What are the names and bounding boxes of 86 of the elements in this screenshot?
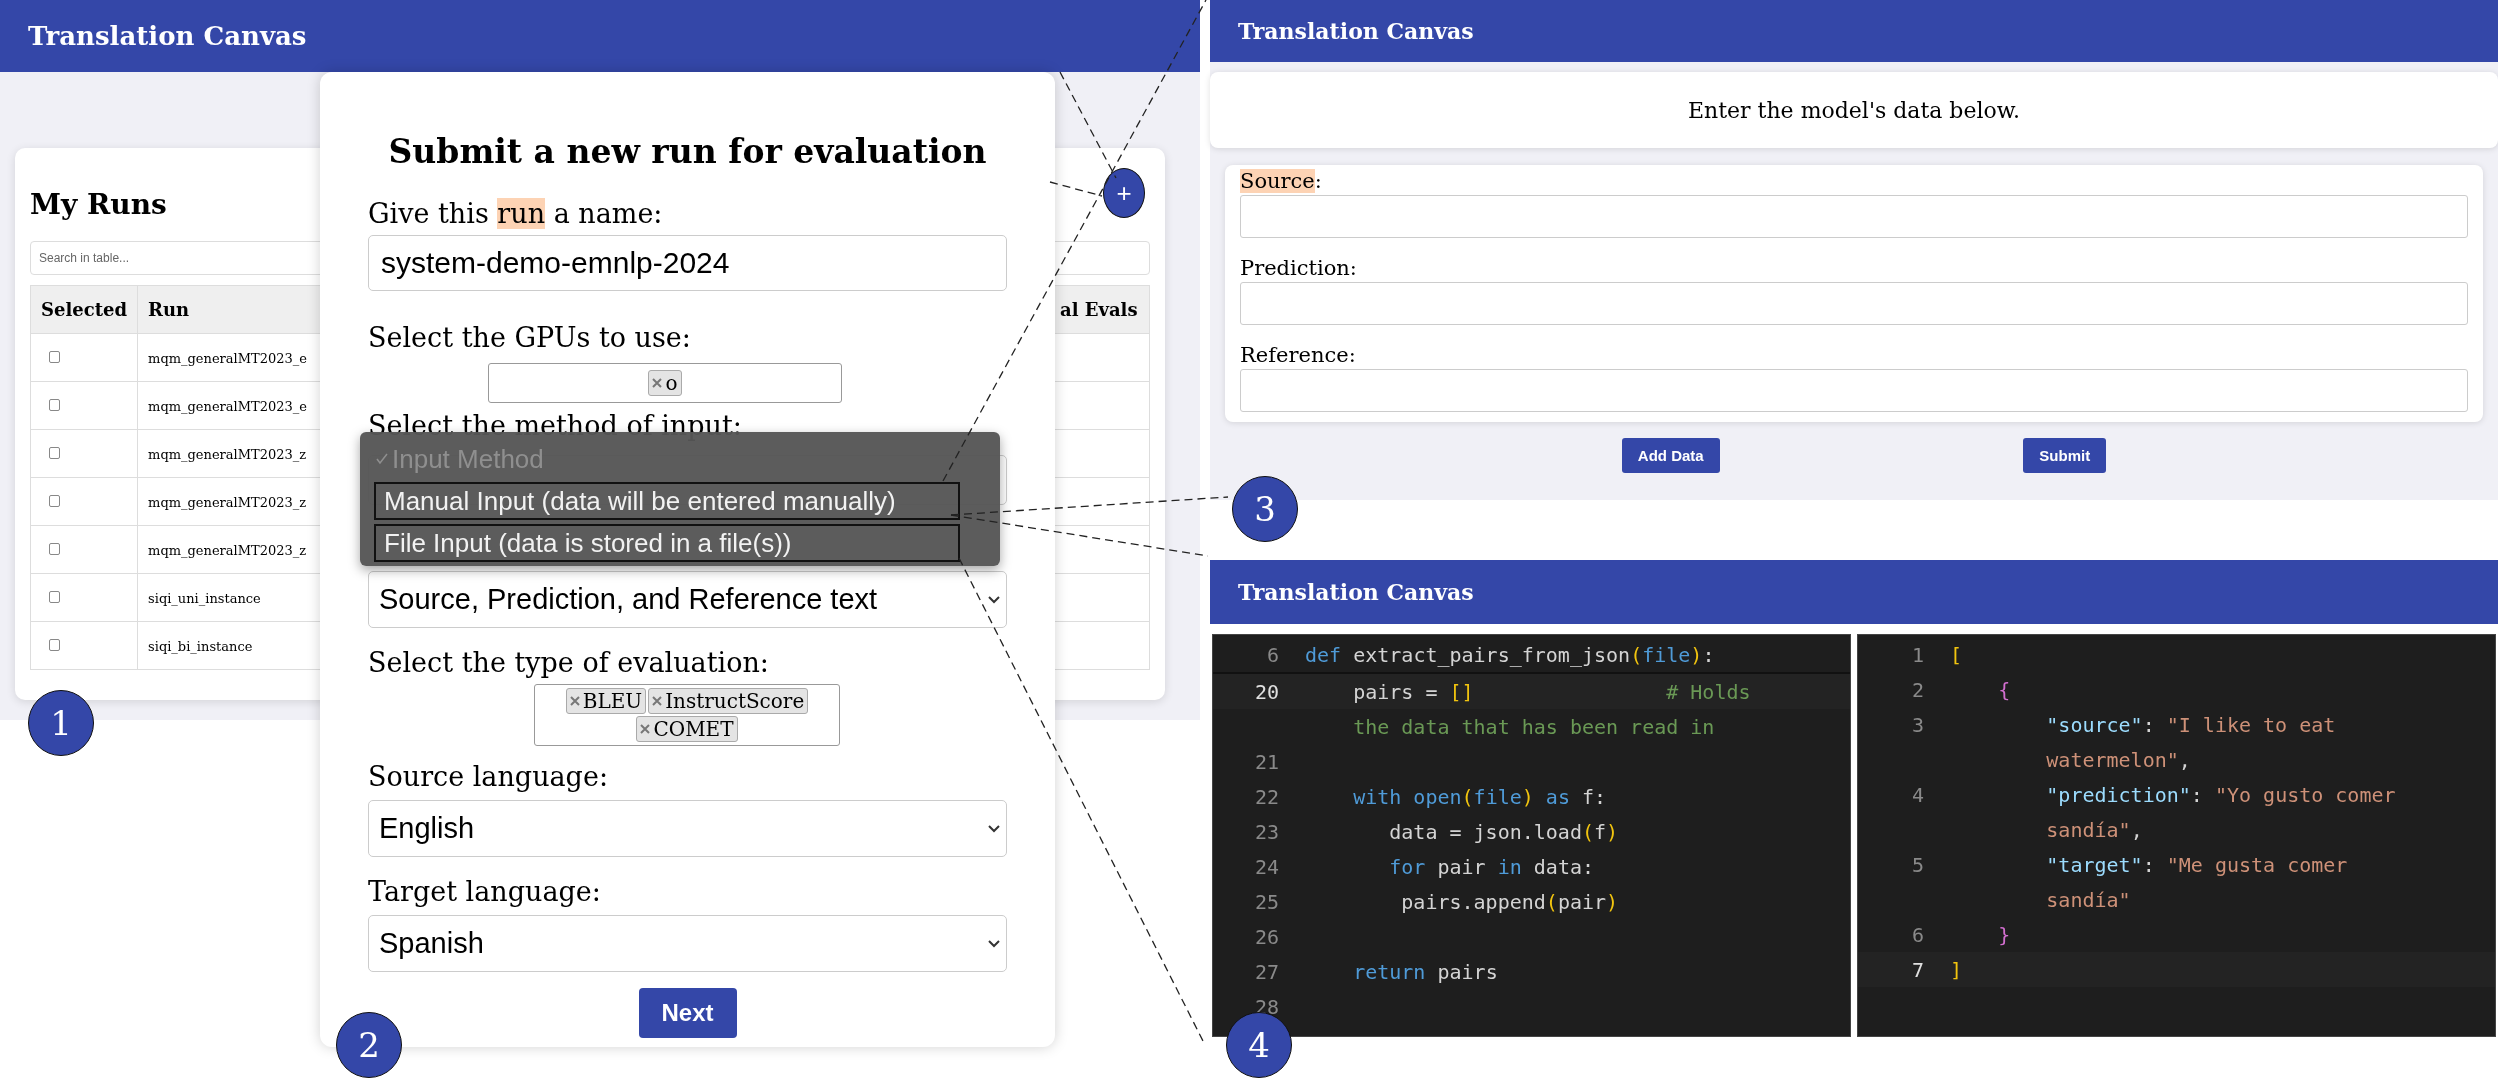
table-cell: mqm_generalMT2023_e [148, 398, 307, 414]
gpu-tag: o [648, 370, 682, 396]
code-line: the data that has been read in [1352, 714, 1715, 739]
line-number: 26 [1254, 924, 1279, 949]
evaluation-tag: InstructScore [648, 688, 809, 714]
app-title: Translation Canvas [1238, 18, 1474, 44]
evaluation-tag: BLEU [565, 688, 647, 714]
table-cell: mqm_generalMT2023_z [148, 542, 307, 558]
line-number: 20 [1254, 679, 1279, 704]
line-number: 5 [1911, 852, 1924, 877]
source-language-select[interactable]: English [368, 800, 1007, 857]
code-line: pairs.append(pair) [1400, 889, 1619, 914]
code-line: "target": "Me gusta comer [2045, 852, 2348, 877]
field-label: Reference: [1240, 343, 1356, 367]
evaluation-tag: COMET [636, 716, 738, 742]
target-language-select[interactable]: Spanish [368, 915, 1007, 972]
field-label: Prediction: [1240, 256, 1357, 280]
intro-text: Enter the model's data below. [1688, 97, 2020, 123]
table-cell: siqi_uni_instance [148, 590, 261, 606]
chevron-down-icon [988, 939, 1000, 948]
checkmark-icon [376, 453, 388, 465]
line-number: 22 [1254, 784, 1279, 809]
action-button[interactable]: Submit [2023, 438, 2107, 473]
code-line: with open(file) as f: [1352, 784, 1607, 809]
code-line: "prediction": "Yo gusto comer [2045, 782, 2396, 807]
remove-icon[interactable] [652, 378, 663, 388]
line-number: 24 [1254, 854, 1279, 879]
field-label: Select the type of evaluation: [368, 646, 769, 680]
code-line: watermelon", [2045, 747, 2191, 772]
code-line: def extract_pairs_from_json(file): [1304, 642, 1715, 667]
row-checkbox[interactable] [49, 590, 60, 603]
row-checkbox[interactable] [49, 398, 60, 411]
code-line: [ [1949, 642, 1963, 667]
code-line: sandía" [2045, 887, 2131, 912]
app-title: Translation Canvas [28, 21, 307, 51]
remove-icon[interactable] [640, 724, 651, 734]
action-button[interactable]: Add Data [1621, 438, 1720, 473]
table-cell: siqi_bi_instance [148, 638, 253, 654]
line-number: 21 [1254, 749, 1279, 774]
gpu-select-field[interactable]: o [488, 363, 842, 403]
row-checkbox[interactable] [49, 446, 60, 459]
runs-heading: My Runs [30, 188, 167, 221]
table-cell: mqm_generalMT2023_z [148, 494, 307, 510]
table-cell: mqm_generalMT2023_e [148, 350, 307, 366]
row-checkbox[interactable] [49, 350, 60, 363]
line-number: 1 [1911, 642, 1924, 667]
code-line: return pairs [1352, 959, 1498, 984]
menu-option[interactable]: Manual Input (data will be entered manually) [374, 482, 960, 520]
field-label: Source: [1240, 169, 1322, 193]
app-title: Translation Canvas [1238, 579, 1474, 605]
code-line: "source": "I like to eat [2045, 712, 2336, 737]
menu-option[interactable]: File Input (data is stored in a file(s)) [374, 524, 960, 562]
line-number: 3 [1911, 712, 1924, 737]
line-number: 4 [1911, 782, 1924, 807]
evaluation-select-field[interactable]: BLEU InstructScore COMET [534, 684, 840, 746]
chevron-down-icon [988, 595, 1000, 604]
code-line: ] [1949, 957, 1963, 982]
code-line: data = json.load(f) [1388, 819, 1619, 844]
row-checkbox[interactable] [49, 542, 60, 555]
line-number: 25 [1254, 889, 1279, 914]
row-checkbox[interactable] [49, 638, 60, 651]
run-name-field[interactable]: system-demo-emnlp-2024 [368, 235, 1007, 291]
table-cell: mqm_generalMT2023_z [148, 446, 307, 462]
remove-icon[interactable] [652, 696, 663, 706]
column-header: Selected [30, 285, 138, 334]
code-line: for pair in data: [1388, 854, 1594, 879]
line-number: 6 [1266, 642, 1279, 667]
code-line: sandía", [2045, 817, 2143, 842]
line-number: 7 [1911, 957, 1924, 982]
dialog-title: Submit a new run for evaluation [387, 132, 988, 171]
chevron-down-icon [988, 824, 1000, 833]
line-number: 2 [1911, 677, 1924, 702]
field-label: Give this run a name: [368, 197, 663, 231]
remove-icon[interactable] [569, 696, 580, 706]
code-line: pairs = [] # Holds [1352, 679, 1751, 704]
add-run-button[interactable]: + [1103, 168, 1145, 218]
field-label: Target language: [368, 875, 601, 909]
next-button[interactable]: Next [638, 988, 737, 1038]
code-line: } [1997, 922, 2011, 947]
line-number: 6 [1911, 922, 1924, 947]
line-number: 27 [1254, 959, 1279, 984]
line-number: 23 [1254, 819, 1279, 844]
field-label: Source language: [368, 760, 608, 794]
code-line: { [1997, 677, 2011, 702]
row-checkbox[interactable] [49, 494, 60, 507]
data-type-select[interactable]: Source, Prediction, and Reference text [368, 571, 1007, 628]
